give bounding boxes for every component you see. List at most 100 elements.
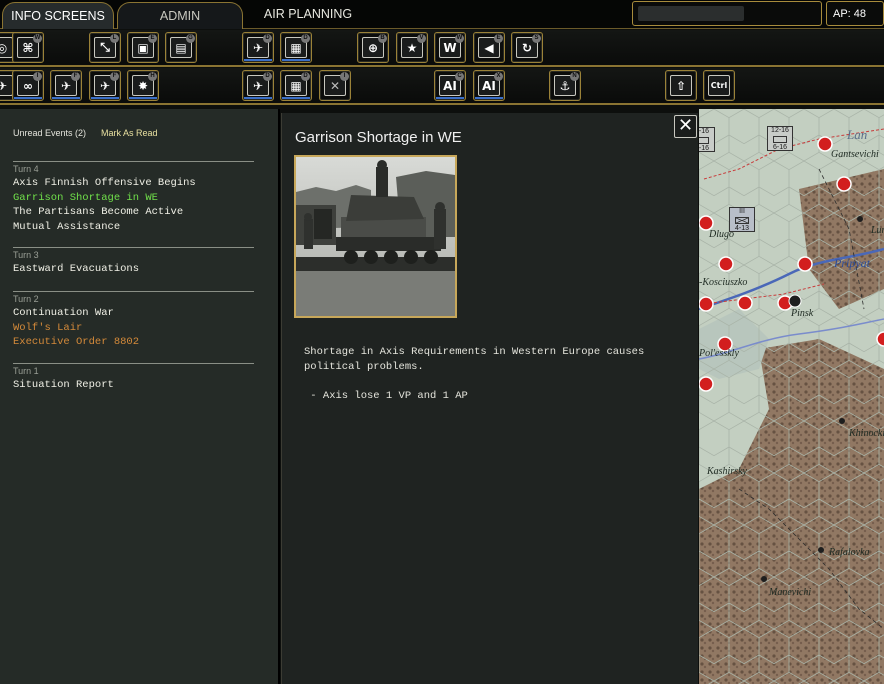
map-label: Rafalovka [829, 547, 870, 558]
map-label: Lan [847, 127, 868, 142]
ai-control-button[interactable]: AI C [434, 70, 466, 101]
event-item[interactable]: Mutual Assistance [13, 220, 254, 235]
hotkey-badge: E [494, 34, 503, 43]
event-photo [294, 155, 457, 318]
action-points-display: AP: 48 [826, 1, 884, 26]
turn-group: Turn 3 Eastward Evacuations [13, 247, 254, 277]
hotkey-badge: I [340, 72, 349, 81]
reports-button[interactable]: ▤ G [165, 32, 197, 63]
unit-top-label: 12-16 [771, 127, 789, 134]
unit-top-label: 8-16 [699, 128, 709, 135]
announcement-button[interactable]: ◀ E [473, 32, 505, 63]
turn-progress-box [632, 1, 822, 26]
turn-group: Turn 4 Axis Finnish Offensive Begins Gar… [13, 161, 254, 234]
map-label: Pinsk [791, 308, 814, 319]
unit-top-label: III [739, 208, 745, 215]
air-recon-button[interactable]: ✈ D [242, 32, 274, 63]
hotkey-badge: W [455, 34, 464, 43]
hotkey-badge: D [301, 34, 310, 43]
unit-counter[interactable]: 8-16 6-16 [699, 127, 715, 152]
supply-button[interactable]: ⤡ L [89, 32, 121, 63]
unit-counter[interactable]: III 4-13 [729, 207, 755, 232]
unread-events-count: Unread Events (2) [13, 128, 87, 138]
map-label: -Kosciuszko [699, 277, 748, 288]
unit-bottom-label: 4-13 [734, 225, 749, 232]
binoculars-report-button[interactable]: ⌘ W [12, 32, 44, 63]
turn-group: Turn 1 Situation Report [13, 363, 254, 393]
map-label: Gantsevichi [831, 149, 879, 160]
hotkey-badge: S [532, 34, 541, 43]
infantry-symbol-icon [699, 137, 709, 144]
tab-admin[interactable]: ADMIN [117, 2, 243, 29]
naval-ai-button[interactable]: ⚓ N [549, 70, 581, 101]
ctrl-key-icon: Ctrl [708, 75, 730, 96]
turn-label: Turn 3 [13, 250, 39, 260]
up-arrow-icon: ⇧ [670, 75, 692, 96]
ground-strike-button[interactable]: ✸ H [127, 70, 159, 101]
tab-air-planning[interactable]: AIR PLANNING [258, 0, 358, 27]
infantry-symbol-icon [773, 136, 787, 143]
hotkey-badge: V [417, 34, 426, 43]
turn-label: Turn 1 [13, 366, 39, 376]
event-title: Garrison Shortage in WE [295, 129, 462, 146]
victory-button[interactable]: ★ V [396, 32, 428, 63]
event-item[interactable]: The Partisans Become Active [13, 205, 254, 220]
map-label: Lun [871, 225, 884, 236]
hotkey-badge: E [148, 34, 157, 43]
infantry-symbol-icon [735, 217, 749, 224]
event-list-panel: Unread Events (2) Mark As Read Turn 4 Ax… [0, 109, 280, 684]
shift-key-button[interactable]: ⇧ [665, 70, 697, 101]
unit-bottom-label: 6-16 [699, 145, 709, 152]
hotkey-badge: F [110, 72, 119, 81]
map-label: Pol'esskly [699, 348, 739, 359]
event-item[interactable]: Situation Report [13, 378, 254, 393]
ai-settings-button[interactable]: AI X [473, 70, 505, 101]
turn-progress-bar [638, 6, 744, 21]
hotkey-badge: G [186, 34, 195, 43]
ctrl-key-button[interactable]: Ctrl [703, 70, 735, 101]
event-description: Shortage in Axis Requirements in Western… [304, 346, 645, 402]
tab-info-screens[interactable]: INFO SCREENS [2, 2, 114, 29]
map-label: Khinocki [849, 428, 884, 439]
strategic-map[interactable]: Lan Gantsevichi Dlugo Pripyat Pinsk Kash… [699, 109, 884, 684]
toolbar-row-2: ✈ ∞ I ✈ F ✈ F ✸ H ✈ D ▦ D ✕ I AI C AI X ⚓ N ⇧ Ctrl [0, 68, 884, 105]
hotkey-badge: D [263, 34, 272, 43]
top-tab-bar: INFO SCREENS ADMIN AIR PLANNING AP: 48 [0, 0, 884, 29]
hotkey-badge: W [33, 34, 42, 43]
hotkey-badge: C [455, 72, 464, 81]
event-item[interactable]: Continuation War [13, 306, 254, 321]
unit-counter[interactable]: 12-16 6-16 [767, 126, 793, 151]
hotkey-badge: L [110, 34, 119, 43]
hotkey-badge: H [148, 72, 157, 81]
air-mission-button[interactable]: ∞ I [12, 70, 44, 101]
mark-as-read-link[interactable]: Mark As Read [101, 128, 158, 138]
map-label: Manevichi [769, 587, 812, 598]
event-item-selected[interactable]: Garrison Shortage in WE [13, 191, 254, 206]
air-units-button-2[interactable]: ▦ D [280, 70, 312, 101]
replay-button[interactable]: ↻ S [511, 32, 543, 63]
hotkey-badge: D [301, 72, 310, 81]
turn-label: Turn 2 [13, 294, 39, 304]
event-item[interactable]: Executive Order 8802 [13, 335, 254, 350]
weather-button[interactable]: WW [434, 32, 466, 63]
cancel-mission-button[interactable]: ✕ I [319, 70, 351, 101]
air-units-button[interactable]: ▦ D [280, 32, 312, 63]
hotkey-badge: B [378, 34, 387, 43]
hotkey-badge: D [263, 72, 272, 81]
event-item[interactable]: Wolf's Lair [13, 321, 254, 336]
air-transfer-button[interactable]: ✈ F [50, 70, 82, 101]
hotkey-badge: N [570, 72, 579, 81]
event-item[interactable]: Axis Finnish Offensive Begins [13, 176, 254, 191]
event-detail-panel: Garrison Shortage in WE Shortage in Axis… [281, 113, 698, 684]
turn-label: Turn 4 [13, 164, 39, 174]
map-label: Kashirsky [707, 466, 747, 477]
globe-report-button[interactable]: ⊕ B [357, 32, 389, 63]
air-recon-button-2[interactable]: ✈ D [242, 70, 274, 101]
map-label: Pripyat [834, 256, 870, 270]
close-button[interactable]: ✕ [674, 115, 697, 138]
unit-bottom-label: 6-16 [772, 144, 787, 151]
close-icon: ✕ [677, 115, 694, 136]
air-strike-button[interactable]: ✈ F [89, 70, 121, 101]
event-item[interactable]: Eastward Evacuations [13, 262, 254, 277]
production-button[interactable]: ▣ E [127, 32, 159, 63]
